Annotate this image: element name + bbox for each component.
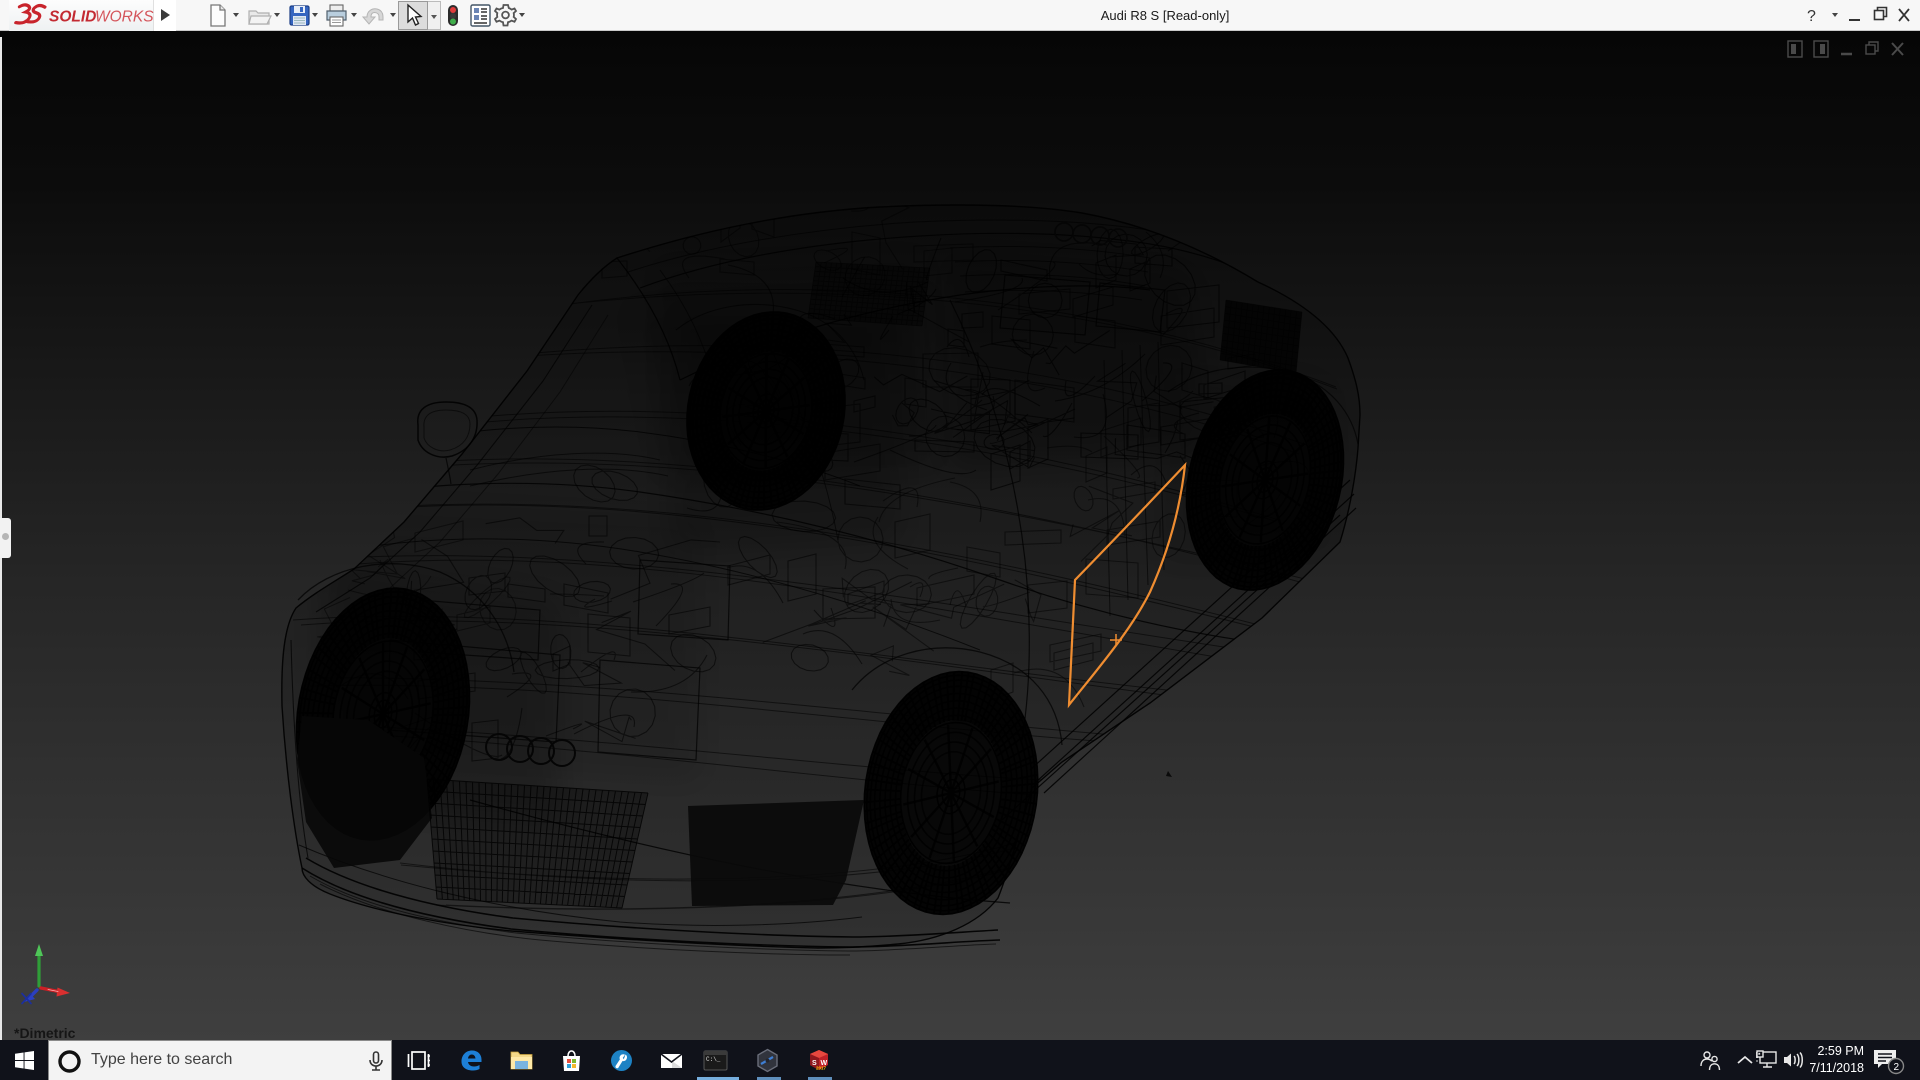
svg-text:?: ? — [1807, 8, 1816, 25]
svg-text:WORKS: WORKS — [95, 9, 154, 26]
svg-text:SOLID: SOLID — [49, 9, 96, 26]
svg-text:C:\_: C:\_ — [706, 1056, 721, 1063]
svg-text:2017: 2017 — [816, 1066, 827, 1071]
svg-text:2: 2 — [1894, 1062, 1900, 1073]
